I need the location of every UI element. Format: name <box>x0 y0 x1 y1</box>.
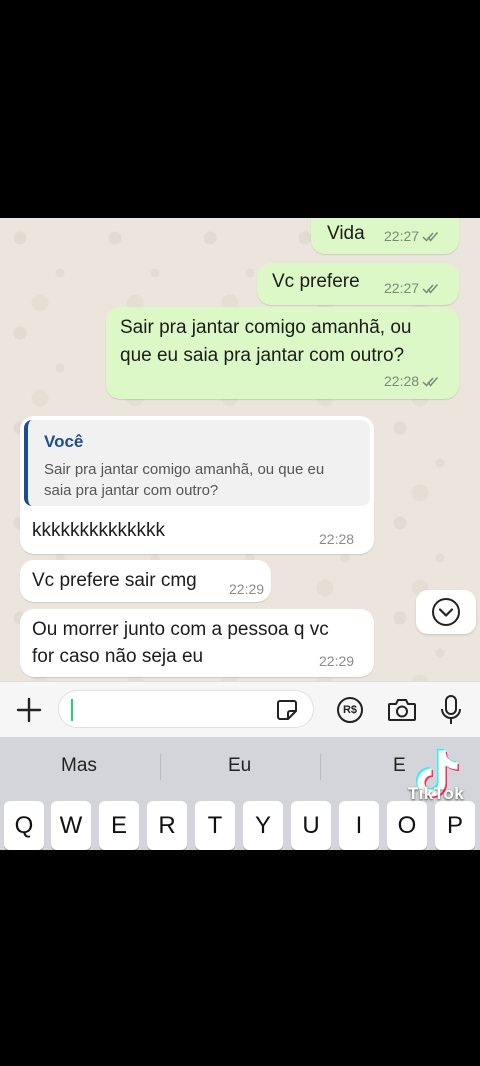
message-time: 22:27 <box>384 228 420 244</box>
message-text-line: Sair pra jantar comigo amanhã, ou <box>120 317 412 338</box>
camera-button[interactable] <box>383 692 421 728</box>
sticker-button[interactable] <box>273 697 301 723</box>
message-meta: 22:27 <box>384 280 439 296</box>
message-input[interactable] <box>58 690 314 728</box>
message-time: 22:29 <box>229 581 265 597</box>
key-e[interactable]: E <box>99 801 139 850</box>
double-check-icon <box>422 283 439 294</box>
payment-label: R$ <box>342 704 358 716</box>
camera-icon <box>388 699 416 721</box>
message-outgoing[interactable]: Vc prefere 22:27 <box>257 263 459 305</box>
sticker-icon <box>277 700 297 720</box>
quoted-message[interactable]: Você Sair pra jantar comigo amanhã, ou q… <box>24 420 370 506</box>
suggestion-divider <box>320 754 321 780</box>
suggestion-item[interactable]: Mas <box>61 755 97 777</box>
microphone-button[interactable] <box>434 690 468 730</box>
message-text-line: Ou morrer junto com a pessoa q vc <box>32 619 329 640</box>
attach-button[interactable] <box>10 692 48 728</box>
message-outgoing[interactable]: Vida 22:27 <box>311 218 459 254</box>
quote-text-line: saia pra jantar com outro? <box>44 482 219 499</box>
text-caret <box>71 699 73 721</box>
message-meta: 22:27 <box>384 228 439 244</box>
message-time: 22:28 <box>319 531 355 547</box>
tiktok-handle: @ <box>340 808 353 822</box>
suggestion-divider <box>160 754 161 780</box>
key-o[interactable]: O <box>387 801 427 850</box>
quote-text: Sair pra jantar comigo amanhã, ou que eu… <box>44 459 364 501</box>
message-text: kkkkkkkkkkkkkk <box>32 520 165 541</box>
message-time: 22:29 <box>319 653 355 669</box>
message-text-line: que eu saia pra jantar com outro? <box>120 345 405 366</box>
key-u[interactable]: U <box>291 801 331 850</box>
message-text: Vc prefere <box>272 271 360 292</box>
message-meta: 22:28 <box>384 373 439 389</box>
key-t[interactable]: T <box>195 801 235 850</box>
message-incoming-reply[interactable]: Você Sair pra jantar comigo amanhã, ou q… <box>20 416 374 554</box>
chevron-down-circle-icon <box>432 598 460 626</box>
double-check-icon <box>422 231 439 242</box>
chat-area[interactable]: Vida 22:27 Vc prefere 22:27 Sair pra jan… <box>0 218 480 681</box>
message-composer: R$ <box>0 681 480 737</box>
message-incoming[interactable]: Vc prefere sair cmg 22:29 <box>20 560 271 602</box>
suggestion-item[interactable]: E <box>393 755 406 777</box>
message-text: Vc prefere sair cmg <box>32 570 197 591</box>
key-y[interactable]: Y <box>243 801 283 850</box>
key-w[interactable]: W <box>51 801 91 850</box>
plus-icon <box>16 697 42 723</box>
message-text: Vida <box>327 223 365 244</box>
quote-text-line: Sair pra jantar comigo amanhã, ou que eu <box>44 461 325 478</box>
message-text-line: for caso não seja eu <box>32 646 204 667</box>
message-time: 22:27 <box>384 280 420 296</box>
microphone-icon <box>441 695 461 724</box>
message-time: 22:28 <box>384 373 420 389</box>
key-q[interactable]: Q <box>4 801 44 850</box>
payment-button[interactable]: R$ <box>333 692 367 728</box>
suggestion-item[interactable]: Eu <box>228 755 251 777</box>
quote-author: Você <box>44 432 84 451</box>
message-outgoing[interactable]: Sair pra jantar comigo amanhã, ou que eu… <box>106 307 459 399</box>
tiktok-watermark-text: TikTok <box>408 784 465 803</box>
key-r[interactable]: R <box>147 801 187 850</box>
scroll-to-bottom-button[interactable] <box>416 590 476 634</box>
key-p[interactable]: P <box>435 801 475 850</box>
double-check-icon <box>422 376 439 387</box>
message-incoming[interactable]: Ou morrer junto com a pessoa q vc for ca… <box>20 609 374 677</box>
